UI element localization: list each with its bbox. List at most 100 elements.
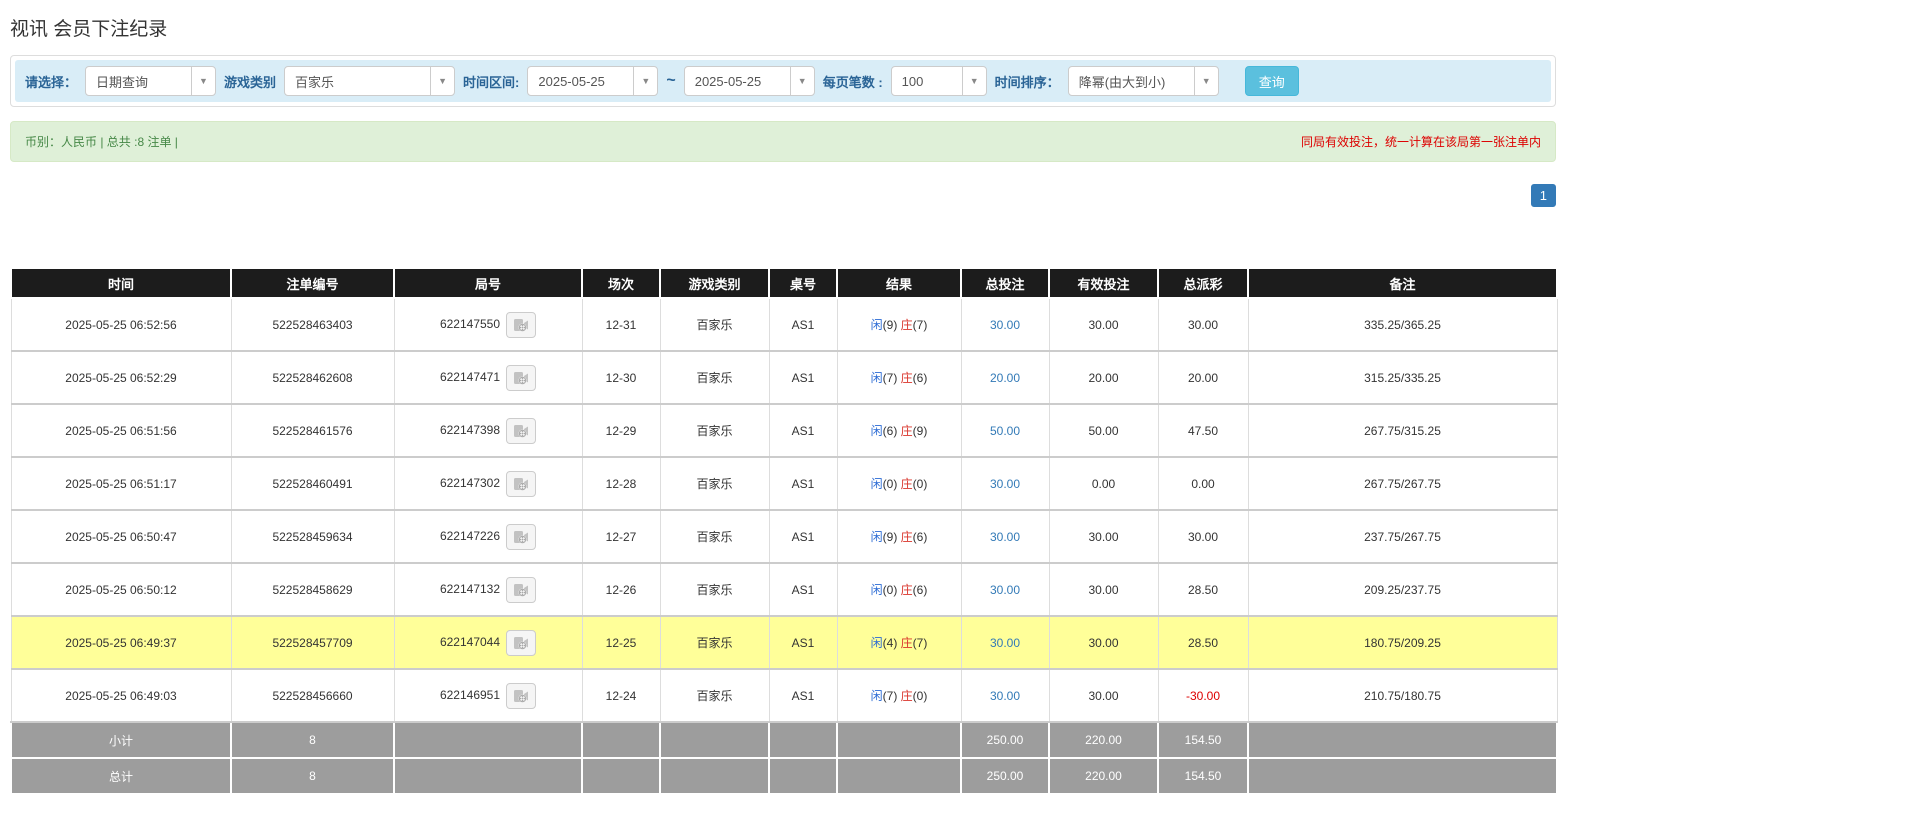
cell-valid-bet: 30.00 bbox=[1049, 563, 1158, 616]
subtotal-row: 小计 8 250.00 220.00 154.50 bbox=[11, 722, 1557, 758]
video-replay-button[interactable] bbox=[506, 418, 536, 444]
cell-session: 12-29 bbox=[582, 404, 660, 457]
date-from-value: 2025-05-25 bbox=[528, 74, 633, 89]
page-title: 视讯 会员下注纪录 bbox=[10, 14, 1556, 41]
cell-round: 622147302 bbox=[394, 457, 582, 510]
result-banker-label: 庄 bbox=[901, 636, 913, 650]
cell-payout: 28.50 bbox=[1158, 563, 1248, 616]
cell-round: 622147398 bbox=[394, 404, 582, 457]
date-from-select[interactable]: 2025-05-25 ▼ bbox=[527, 66, 658, 96]
cell-valid-bet: 30.00 bbox=[1049, 298, 1158, 351]
column-header: 总投注 bbox=[961, 268, 1049, 298]
cell-result: 闲(9) 庄(6) bbox=[837, 510, 961, 563]
result-player-label: 闲 bbox=[871, 689, 883, 703]
round-number: 622147398 bbox=[440, 423, 500, 437]
page-number-button[interactable]: 1 bbox=[1531, 184, 1556, 207]
cell-result: 闲(0) 庄(6) bbox=[837, 563, 961, 616]
cell-total-bet: 30.00 bbox=[961, 298, 1049, 351]
total-bet-link[interactable]: 30.00 bbox=[990, 477, 1020, 491]
payout-value: 28.50 bbox=[1188, 636, 1218, 650]
cell-bet-id: 522528462608 bbox=[231, 351, 394, 404]
video-replay-button[interactable] bbox=[506, 471, 536, 497]
film-video-icon bbox=[513, 530, 529, 544]
cell-table: AS1 bbox=[769, 351, 837, 404]
total-total-bet: 250.00 bbox=[961, 758, 1049, 794]
total-bet-link[interactable]: 20.00 bbox=[990, 371, 1020, 385]
game-type-select[interactable]: 百家乐 ▼ bbox=[284, 66, 455, 96]
game-type-label: 游戏类别 bbox=[224, 72, 276, 91]
result-banker-value: (0) bbox=[913, 477, 928, 491]
result-player-label: 闲 bbox=[871, 583, 883, 597]
cell-round: 622147044 bbox=[394, 616, 582, 669]
video-replay-button[interactable] bbox=[506, 524, 536, 550]
sort-label: 时间排序： bbox=[995, 72, 1060, 91]
table-header-row: 时间注单编号局号场次游戏类别桌号结果总投注有效投注总派彩备注 bbox=[11, 268, 1557, 298]
cell-game: 百家乐 bbox=[660, 563, 769, 616]
cell-total-bet: 20.00 bbox=[961, 351, 1049, 404]
result-player-label: 闲 bbox=[871, 477, 883, 491]
result-player-value: (9) bbox=[883, 530, 901, 544]
video-replay-button[interactable] bbox=[506, 365, 536, 391]
cell-round: 622147226 bbox=[394, 510, 582, 563]
result-player-value: (7) bbox=[883, 689, 901, 703]
result-banker-value: (7) bbox=[913, 318, 928, 332]
cell-bet-id: 522528459634 bbox=[231, 510, 394, 563]
result-player-value: (7) bbox=[883, 371, 901, 385]
cell-valid-bet: 30.00 bbox=[1049, 510, 1158, 563]
cell-round: 622147471 bbox=[394, 351, 582, 404]
date-to-select[interactable]: 2025-05-25 ▼ bbox=[684, 66, 815, 96]
cell-table: AS1 bbox=[769, 616, 837, 669]
total-bet-link[interactable]: 30.00 bbox=[990, 318, 1020, 332]
result-player-label: 闲 bbox=[871, 424, 883, 438]
per-page-label: 每页笔数 : bbox=[823, 72, 883, 91]
result-banker-label: 庄 bbox=[901, 424, 913, 438]
total-bet-link[interactable]: 30.00 bbox=[990, 583, 1020, 597]
result-player-label: 闲 bbox=[871, 371, 883, 385]
column-header: 桌号 bbox=[769, 268, 837, 298]
result-banker-value: (0) bbox=[913, 689, 928, 703]
cell-session: 12-28 bbox=[582, 457, 660, 510]
round-number: 622147044 bbox=[440, 635, 500, 649]
column-header: 有效投注 bbox=[1049, 268, 1158, 298]
query-type-select[interactable]: 日期查询 ▼ bbox=[85, 66, 216, 96]
cell-result: 闲(0) 庄(0) bbox=[837, 457, 961, 510]
cell-session: 12-27 bbox=[582, 510, 660, 563]
round-number: 622147132 bbox=[440, 582, 500, 596]
table-row: 2025-05-25 06:51:56522528461576622147398… bbox=[11, 404, 1557, 457]
result-banker-label: 庄 bbox=[901, 689, 913, 703]
video-replay-button[interactable] bbox=[506, 683, 536, 709]
cell-bet-id: 522528461576 bbox=[231, 404, 394, 457]
per-page-select[interactable]: 100 ▼ bbox=[891, 66, 987, 96]
payout-value: 20.00 bbox=[1188, 371, 1218, 385]
chevron-down-icon: ▼ bbox=[962, 67, 986, 95]
column-header: 备注 bbox=[1248, 268, 1557, 298]
cell-payout: 28.50 bbox=[1158, 616, 1248, 669]
filter-bar: 请选择： 日期查询 ▼ 游戏类别 百家乐 ▼ 时间区间: 2025-05-25 … bbox=[15, 60, 1551, 102]
video-replay-button[interactable] bbox=[506, 630, 536, 656]
sort-select[interactable]: 降幂(由大到小) ▼ bbox=[1068, 66, 1219, 96]
total-bet-link[interactable]: 30.00 bbox=[990, 530, 1020, 544]
cell-time: 2025-05-25 06:51:17 bbox=[11, 457, 231, 510]
video-replay-button[interactable] bbox=[506, 577, 536, 603]
result-player-value: (0) bbox=[883, 583, 901, 597]
column-header: 场次 bbox=[582, 268, 660, 298]
total-bet-link[interactable]: 30.00 bbox=[990, 636, 1020, 650]
result-player-value: (4) bbox=[883, 636, 901, 650]
currency-summary-text: 币别：人民币 | 总共 :8 注单 | bbox=[25, 133, 178, 150]
select-type-label: 请选择： bbox=[25, 72, 77, 91]
cell-round: 622147132 bbox=[394, 563, 582, 616]
cell-session: 12-30 bbox=[582, 351, 660, 404]
video-replay-button[interactable] bbox=[506, 312, 536, 338]
cell-time: 2025-05-25 06:49:37 bbox=[11, 616, 231, 669]
total-bet-link[interactable]: 50.00 bbox=[990, 424, 1020, 438]
table-row: 2025-05-25 06:49:03522528456660622146951… bbox=[11, 669, 1557, 722]
table-row: 2025-05-25 06:50:12522528458629622147132… bbox=[11, 563, 1557, 616]
cell-total-bet: 50.00 bbox=[961, 404, 1049, 457]
subtotal-count: 8 bbox=[231, 722, 394, 758]
cell-total-bet: 30.00 bbox=[961, 563, 1049, 616]
total-bet-link[interactable]: 30.00 bbox=[990, 689, 1020, 703]
film-video-icon bbox=[513, 318, 529, 332]
search-button[interactable]: 查询 bbox=[1245, 66, 1299, 96]
cell-payout: 20.00 bbox=[1158, 351, 1248, 404]
result-banker-value: (6) bbox=[913, 530, 928, 544]
